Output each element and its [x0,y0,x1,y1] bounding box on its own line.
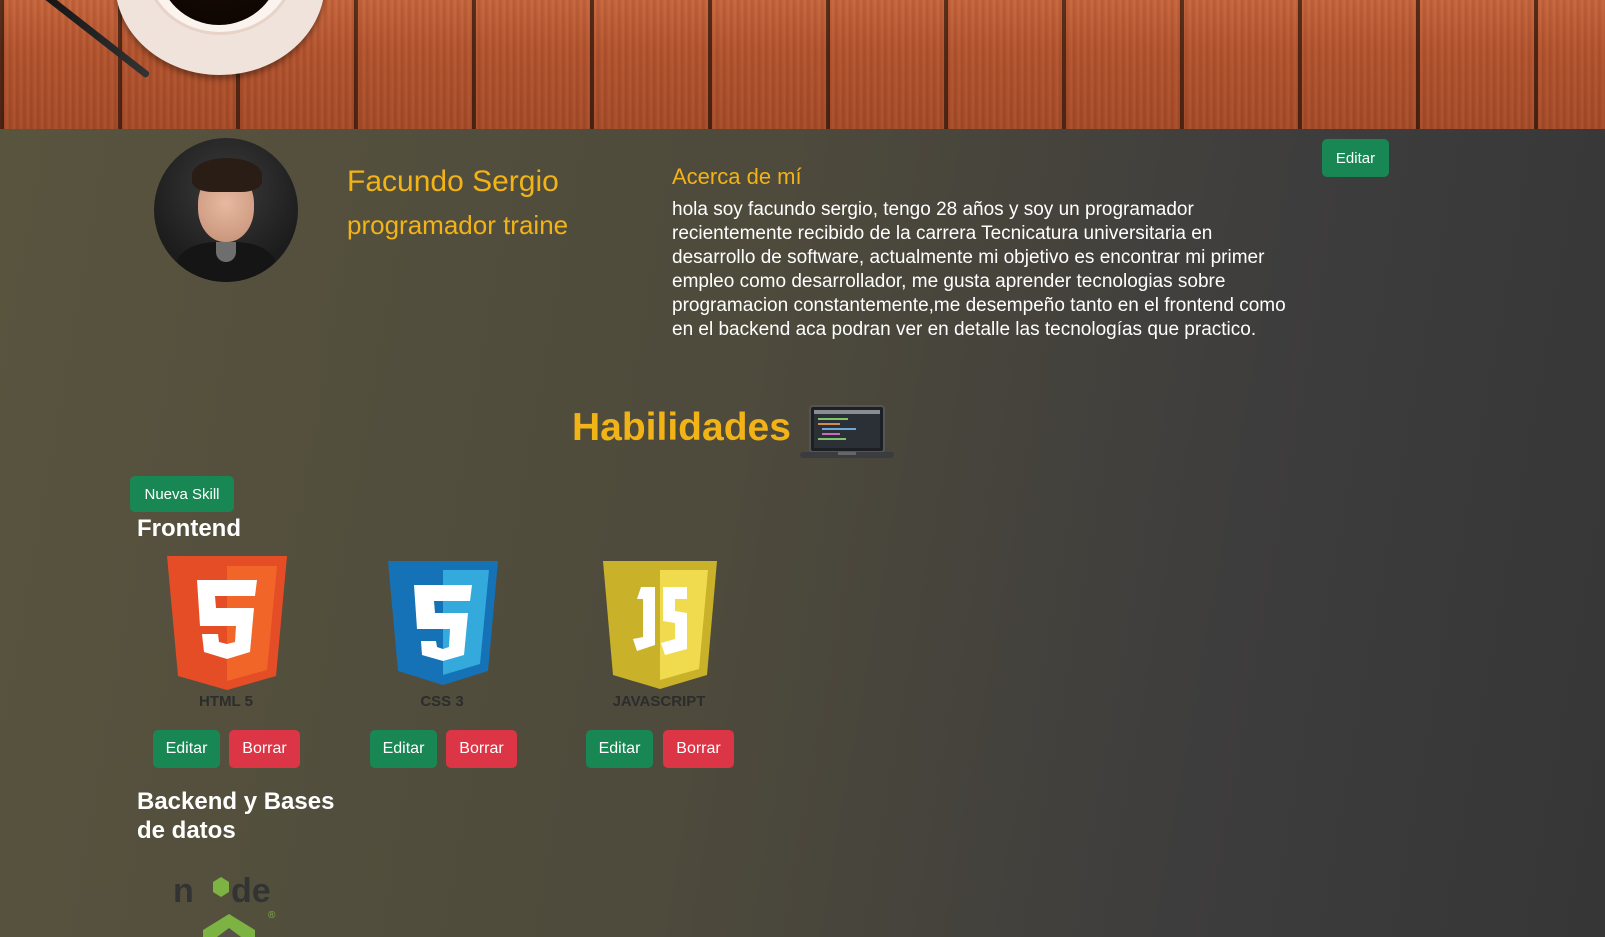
delete-skill-html5-button[interactable]: Borrar [229,730,300,768]
edit-skill-css3-button[interactable]: Editar [370,730,437,768]
css3-icon [388,561,498,685]
skill-name-css3: CSS 3 [420,693,464,710]
javascript-icon [603,561,717,689]
profile-role: programador traine [347,210,569,240]
new-skill-button[interactable]: Nueva Skill [130,476,234,512]
skill-name-html5: HTML 5 [199,693,253,710]
delete-skill-css3-button[interactable]: Borrar [446,730,517,768]
avatar [154,138,298,282]
delete-skill-javascript-button[interactable]: Borrar [663,730,734,768]
edit-skill-html5-button[interactable]: Editar [153,730,220,768]
svg-text:®: ® [268,910,276,921]
frontend-category-title: Frontend [137,515,241,542]
edit-skill-javascript-button[interactable]: Editar [586,730,653,768]
html5-icon [167,556,287,690]
skill-name-javascript: JAVASCRIPT [612,693,706,710]
profile-name: Facundo Sergio [347,165,559,198]
edit-profile-button[interactable]: Editar [1322,139,1389,177]
backend-category-title: Backend y Bases de datos [137,788,335,844]
laptop-icon [800,405,894,458]
about-text: hola soy facundo sergio, tengo 28 años y… [672,199,1286,340]
skills-title: Habilidades [572,406,791,449]
svg-text:de: de [231,872,271,910]
about-title: Acerca de mí [672,164,802,189]
svg-text:n: n [173,872,194,910]
header-banner [0,0,1605,129]
nodejs-icon: n de ® [173,872,276,937]
